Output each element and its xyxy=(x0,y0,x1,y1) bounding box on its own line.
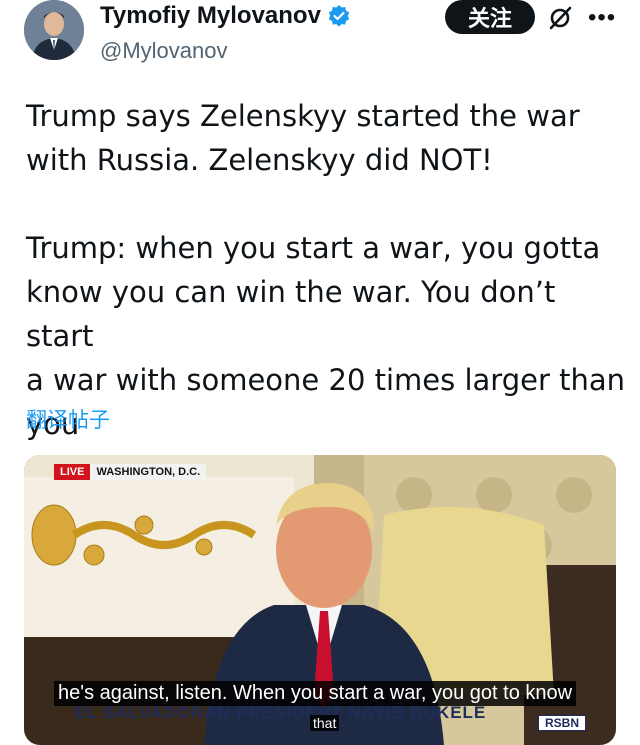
follow-button[interactable]: 关注 xyxy=(445,0,535,34)
grok-icon[interactable] xyxy=(546,4,574,32)
live-badge: LIVE WASHINGTON, D.C. xyxy=(54,464,207,480)
tweet-text: Trump says Zelenskyy started the war wit… xyxy=(26,99,625,441)
network-logo: RSBN xyxy=(538,715,587,731)
user-handle[interactable]: @Mylovanov xyxy=(100,38,228,64)
person-avatar-icon xyxy=(24,0,84,60)
more-options-icon[interactable]: ••• xyxy=(588,4,616,32)
translate-post-link[interactable]: 翻译帖子 xyxy=(26,404,110,434)
user-display-name[interactable]: Tymofiy Mylovanov xyxy=(100,2,321,30)
user-display-name-row[interactable]: Tymofiy Mylovanov xyxy=(100,2,351,30)
video-media[interactable]: LIVE WASHINGTON, D.C. EL SALVADORAN PRES… xyxy=(24,455,616,745)
video-subtitle-line2: that xyxy=(310,715,340,731)
video-subtitle-line1: he's against, listen. When you start a w… xyxy=(54,681,577,706)
live-label: LIVE xyxy=(54,464,91,480)
user-avatar[interactable] xyxy=(24,0,84,60)
verified-badge-icon xyxy=(328,5,350,27)
lower-third-banner: EL SALVADORAN PRESIDENT NAYIB BUKELE xyxy=(74,703,487,722)
location-label: WASHINGTON, D.C. xyxy=(90,464,207,480)
